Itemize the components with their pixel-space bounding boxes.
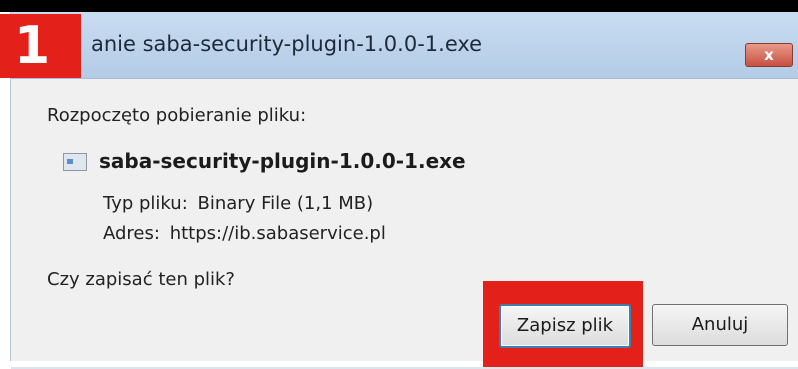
save-question: Czy zapisać ten plik? xyxy=(47,269,235,290)
top-black-bar xyxy=(0,0,798,12)
file-type-value: Binary File (1,1 MB) xyxy=(197,193,374,214)
save-file-button[interactable]: Zapisz plik xyxy=(499,304,631,348)
download-started-label: Rozpoczęto pobieranie pliku: xyxy=(47,105,307,126)
address-row: Adres: https://ib.sabaservice.pl xyxy=(103,223,386,244)
file-name: saba-security-plugin-1.0.0-1.exe xyxy=(99,149,466,173)
title-bar[interactable]: anie saba-security-plugin-1.0.0-1.exe x xyxy=(11,12,798,79)
file-icon xyxy=(63,153,87,171)
cancel-button[interactable]: Anuluj xyxy=(652,304,788,346)
dialog-title: anie saba-security-plugin-1.0.0-1.exe xyxy=(91,32,483,56)
download-dialog: anie saba-security-plugin-1.0.0-1.exe x … xyxy=(10,12,798,369)
step-number-badge: 1 xyxy=(0,14,81,78)
step-number: 1 xyxy=(14,16,51,76)
address-label: Adres: xyxy=(103,223,160,244)
file-type-row: Typ pliku: Binary File (1,1 MB) xyxy=(103,193,373,214)
address-value: https://ib.sabaservice.pl xyxy=(169,223,386,244)
close-icon[interactable]: x xyxy=(745,43,793,67)
file-type-label: Typ pliku: xyxy=(103,193,188,214)
